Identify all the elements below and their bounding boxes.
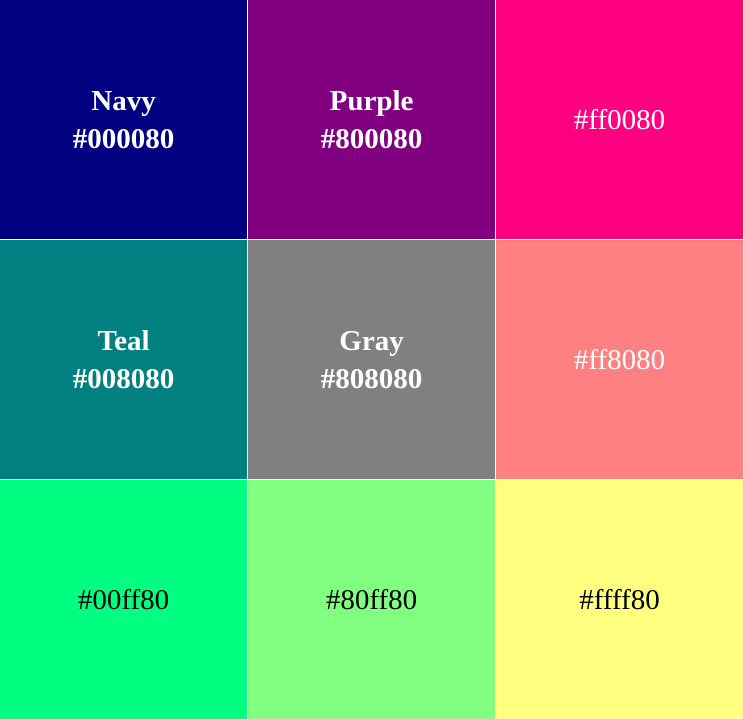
swatch-purple: Purple #800080: [248, 0, 495, 239]
swatch-name: Gray: [339, 324, 404, 357]
swatch-hex: #808080: [320, 362, 423, 395]
swatch-00ff80: #00ff80: [0, 480, 247, 719]
swatch-hex: #ffff80: [579, 583, 660, 616]
color-swatch-grid: Navy #000080 Purple #800080 #ff0080 Teal…: [0, 0, 743, 719]
swatch-ffff80: #ffff80: [496, 480, 743, 719]
swatch-name: Navy: [91, 84, 156, 117]
swatch-80ff80: #80ff80: [248, 480, 495, 719]
swatch-hex: #ff0080: [573, 103, 666, 136]
swatch-hex: #ff8080: [573, 343, 666, 376]
swatch-hex: #008080: [72, 362, 175, 395]
swatch-hex: #800080: [320, 122, 423, 155]
swatch-name: Purple: [329, 84, 414, 117]
swatch-hex: #000080: [72, 122, 175, 155]
swatch-name: Teal: [97, 324, 150, 357]
swatch-ff8080: #ff8080: [496, 240, 743, 479]
swatch-ff0080: #ff0080: [496, 0, 743, 239]
swatch-teal: Teal #008080: [0, 240, 247, 479]
swatch-hex: #80ff80: [325, 583, 418, 616]
swatch-navy: Navy #000080: [0, 0, 247, 239]
swatch-hex: #00ff80: [77, 583, 170, 616]
swatch-gray: Gray #808080: [248, 240, 495, 479]
